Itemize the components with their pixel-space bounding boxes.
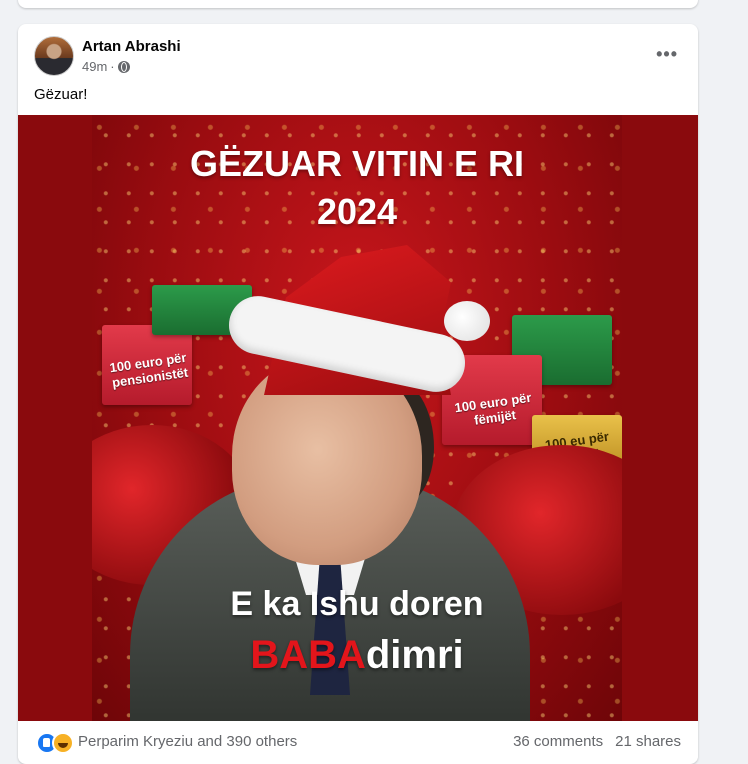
author-avatar[interactable]	[34, 36, 74, 76]
post-meta: 49m ·	[82, 59, 130, 74]
reaction-icons[interactable]	[36, 732, 74, 754]
image-caption-line2: BABAdimri	[92, 633, 622, 678]
more-options-icon[interactable]: •••	[656, 44, 678, 65]
image-year: 2024	[316, 191, 398, 232]
engagement-counts: 36 comments 21 shares	[513, 733, 681, 750]
reactions-bar: Perparim Kryeziu and 390 others 36 comme…	[18, 721, 698, 761]
post-timestamp[interactable]: 49m	[82, 59, 107, 74]
haha-icon	[52, 732, 74, 754]
post-card: Artan Abrashi 49m · ••• Gëzuar! GËZUAR V…	[18, 24, 698, 764]
image-headline: GËZUAR VITIN E RI	[189, 143, 525, 184]
shares-count[interactable]: 21 shares	[615, 733, 681, 750]
new-year-artwork: GËZUAR VITIN E RI 2024 100 euro për pens…	[92, 115, 622, 721]
caption-rest-word: dimri	[365, 633, 464, 677]
comments-count[interactable]: 36 comments	[513, 733, 603, 750]
caption-red-word: BABA	[250, 633, 366, 677]
meta-separator: ·	[110, 59, 115, 74]
author-name[interactable]: Artan Abrashi	[82, 38, 181, 55]
reaction-summary[interactable]: Perparim Kryeziu and 390 others	[78, 733, 297, 750]
post-text: Gëzuar!	[34, 86, 88, 103]
image-caption-line1: E ka Ishu doren	[230, 585, 484, 623]
globe-icon[interactable]	[117, 60, 130, 73]
previous-post-card	[18, 0, 698, 8]
santa-hat-pompom	[444, 301, 490, 341]
post-image[interactable]: GËZUAR VITIN E RI 2024 100 euro për pens…	[18, 115, 698, 721]
